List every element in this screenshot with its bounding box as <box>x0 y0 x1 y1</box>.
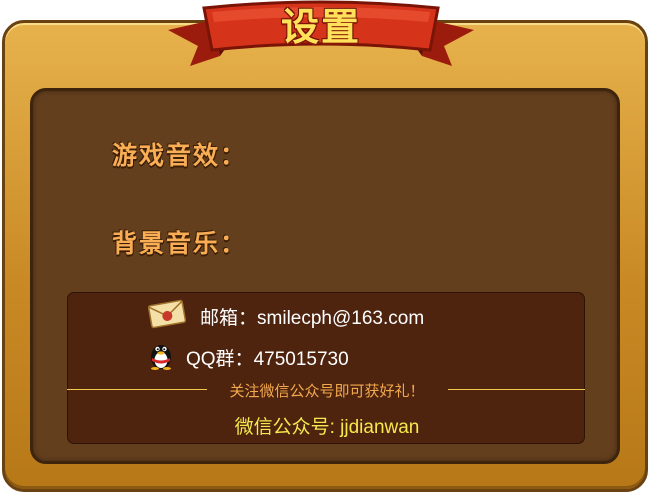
qq-group-value[interactable]: 475015730 <box>254 349 349 370</box>
wechat-notice: 关注微信公众号即可获好礼！ <box>229 382 425 400</box>
qq-penguin-icon <box>151 345 171 370</box>
email-label: 邮箱： <box>200 308 258 329</box>
wechat-value[interactable]: jjdianwan <box>340 417 419 438</box>
wechat-label: 微信公众号: <box>234 417 335 438</box>
qq-group-row: QQ群：475015730 <box>186 344 349 371</box>
dialog-title: 设置 <box>280 5 361 49</box>
envelope-icon <box>148 299 186 329</box>
qq-group-label: QQ群： <box>186 349 254 370</box>
email-value[interactable]: smilecph@163.com <box>257 308 424 329</box>
email-row: 邮箱：smilecph@163.com <box>200 303 424 330</box>
sound-effects-label: 游戏音效： <box>112 141 248 170</box>
divider-right <box>448 389 585 390</box>
divider-left <box>67 389 207 390</box>
background-music-label: 背景音乐： <box>112 229 248 258</box>
wechat-account-row: 微信公众号: jjdianwan <box>206 412 448 439</box>
title-ribbon: 设置 <box>168 0 474 68</box>
